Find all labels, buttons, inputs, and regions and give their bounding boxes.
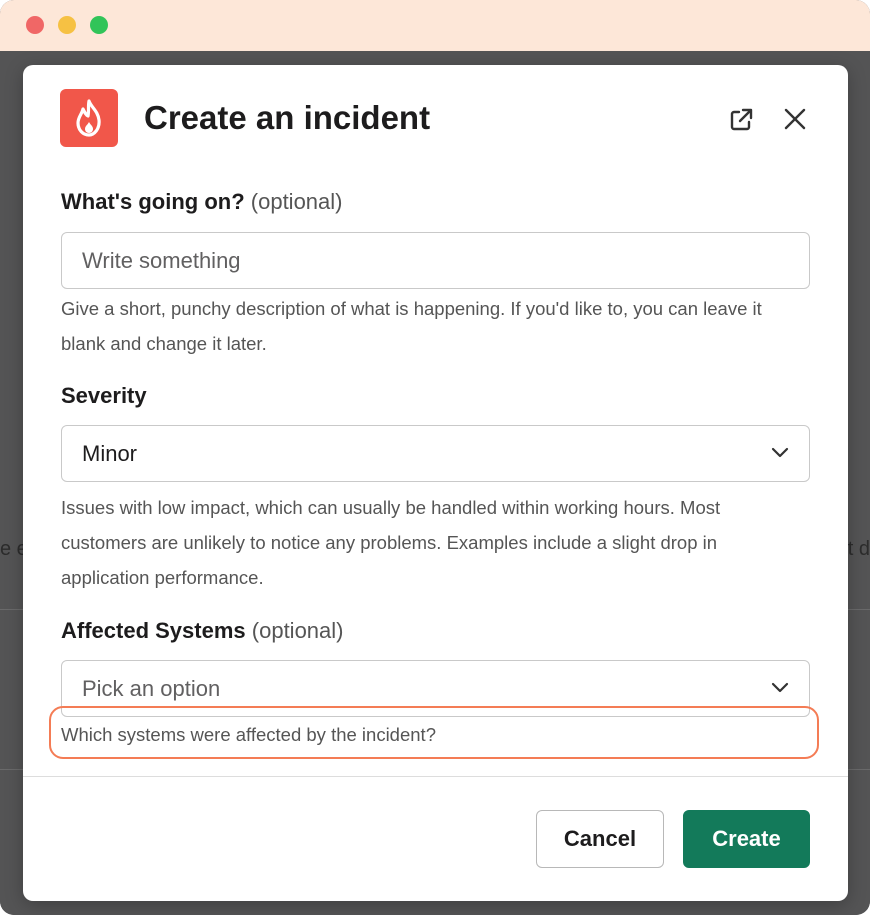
- modal-title: Create an incident: [144, 99, 431, 136]
- external-link-icon[interactable]: [726, 105, 756, 135]
- window-maximize-button[interactable]: [90, 16, 108, 34]
- severity-hint: Issues with low impact, which can usuall…: [61, 497, 721, 588]
- window-titlebar: [0, 0, 870, 51]
- description-hint: Give a short, punchy description of what…: [61, 298, 762, 354]
- modal-header: Create an incident: [23, 65, 848, 175]
- footer-divider: [23, 776, 848, 777]
- app-window: e e t d Create an incident What's going …: [0, 0, 870, 915]
- severity-select[interactable]: Minor: [61, 425, 810, 482]
- window-close-button[interactable]: [26, 16, 44, 34]
- window-minimize-button[interactable]: [58, 16, 76, 34]
- cancel-button[interactable]: Cancel: [536, 810, 664, 868]
- affected-systems-label-text: Affected Systems: [61, 618, 246, 643]
- affected-systems-label: Affected Systems (optional): [61, 618, 343, 644]
- severity-label: Severity: [61, 383, 147, 408]
- close-icon[interactable]: [779, 103, 811, 135]
- background-text-right: t d: [847, 538, 870, 560]
- optional-tag: (optional): [251, 618, 344, 643]
- description-input[interactable]: Write something: [61, 232, 810, 289]
- chevron-down-icon: [771, 447, 789, 458]
- chevron-down-icon: [771, 682, 789, 693]
- severity-value: Minor: [82, 440, 138, 466]
- create-button[interactable]: Create: [683, 810, 810, 868]
- description-placeholder: Write something: [82, 247, 241, 273]
- description-label: What's going on? (optional): [61, 189, 342, 215]
- optional-tag: (optional): [250, 189, 343, 214]
- create-incident-modal: Create an incident What's going on? (opt…: [23, 65, 848, 901]
- annotation-highlight: [49, 706, 819, 759]
- flame-icon: [60, 89, 118, 147]
- affected-systems-placeholder: Pick an option: [82, 675, 221, 701]
- description-label-text: What's going on?: [61, 189, 245, 214]
